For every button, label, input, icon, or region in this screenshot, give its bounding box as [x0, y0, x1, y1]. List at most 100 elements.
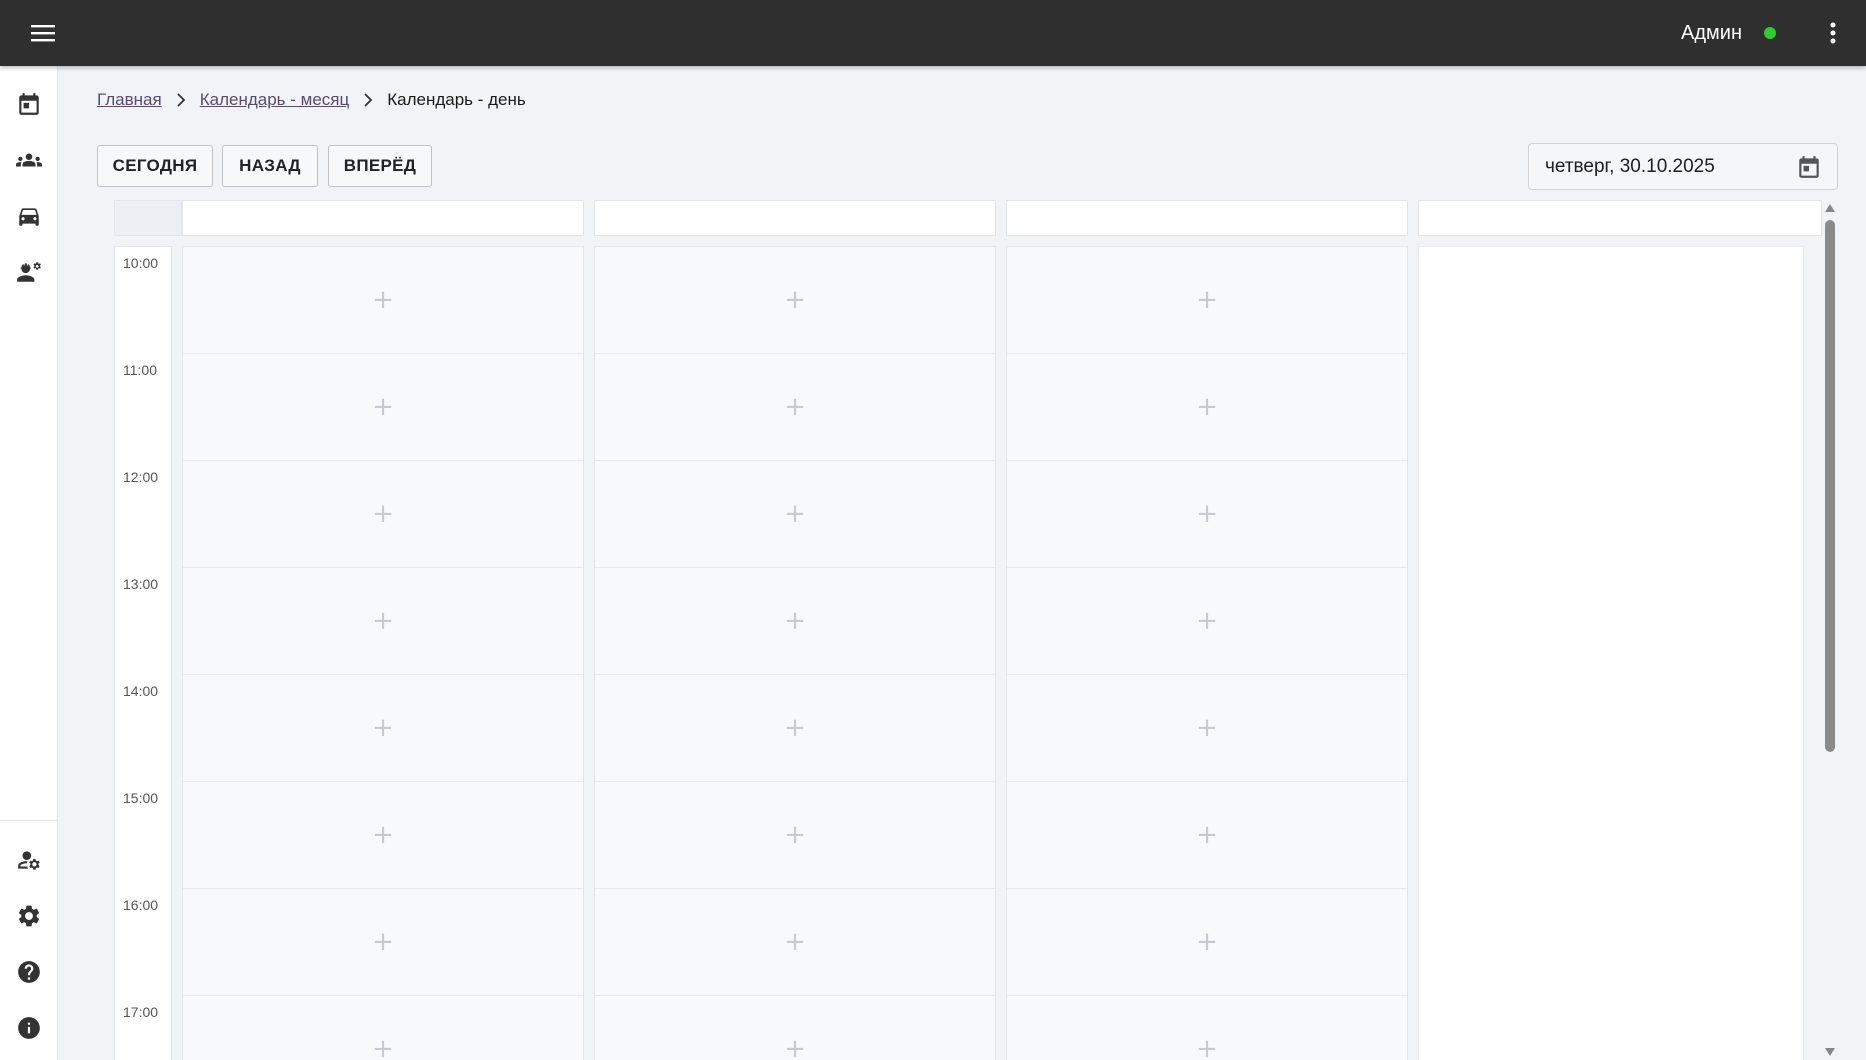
column-header	[1006, 200, 1408, 236]
help-icon	[18, 961, 40, 983]
sidebar-item-staff[interactable]	[0, 248, 58, 296]
plus-icon: +	[1196, 713, 1218, 743]
time-label: 13:00	[123, 576, 159, 592]
plus-icon: +	[784, 606, 806, 636]
plus-icon: +	[1196, 606, 1218, 636]
more-vertical-icon[interactable]	[1818, 13, 1848, 53]
sidebar-divider	[0, 820, 58, 821]
sidebar-item-info[interactable]	[0, 1004, 58, 1052]
plus-icon: +	[372, 820, 394, 850]
plus-icon: +	[784, 285, 806, 315]
chevron-right-icon	[363, 93, 373, 107]
back-button[interactable]: НАЗАД	[222, 145, 318, 187]
plus-icon: +	[372, 499, 394, 529]
sidebar-item-calendar[interactable]	[0, 80, 58, 128]
add-slot[interactable]: +	[1007, 247, 1407, 354]
breadcrumb-current: Календарь - день	[387, 90, 526, 109]
add-slot[interactable]: +	[183, 354, 583, 461]
plus-icon: +	[784, 499, 806, 529]
breadcrumb-home-link[interactable]: Главная	[97, 90, 162, 110]
forward-button[interactable]: ВПЕРЁД	[328, 145, 432, 187]
date-value[interactable]: четверг, 30.10.2025	[1529, 156, 1789, 178]
scrollbar-thumb[interactable]	[1825, 220, 1835, 752]
time-label: 16:00	[123, 897, 159, 913]
plus-icon: +	[372, 1034, 394, 1060]
add-slot[interactable]: +	[183, 889, 583, 996]
plus-icon: +	[372, 606, 394, 636]
add-slot[interactable]: +	[595, 675, 995, 782]
add-slot[interactable]: +	[183, 247, 583, 354]
breadcrumb-month-link[interactable]: Календарь - месяц	[200, 90, 350, 110]
calendar-header-row	[114, 200, 1822, 236]
plus-icon: +	[1196, 285, 1218, 315]
hamburger-menu-icon[interactable]	[26, 17, 60, 49]
add-slot[interactable]: +	[595, 568, 995, 675]
plus-icon: +	[784, 1034, 806, 1060]
plus-icon: +	[784, 713, 806, 743]
plus-icon: +	[1196, 392, 1218, 422]
car-icon	[19, 208, 39, 226]
scroll-down-arrow-icon[interactable]	[1825, 1048, 1835, 1056]
add-slot[interactable]: +	[595, 889, 995, 996]
date-picker-field[interactable]: четверг, 30.10.2025	[1528, 143, 1838, 190]
calendar-icon	[19, 93, 39, 115]
plus-icon: +	[784, 820, 806, 850]
add-slot[interactable]: +	[183, 782, 583, 889]
breadcrumb: Главная Календарь - месяц Календарь - де…	[97, 88, 526, 112]
resource-column-empty	[1418, 246, 1804, 1060]
resource-column: + + + + + + + +	[182, 246, 584, 1060]
add-slot[interactable]: +	[595, 354, 995, 461]
add-slot[interactable]: +	[1007, 568, 1407, 675]
calendar-icon[interactable]	[1789, 147, 1829, 187]
sidebar-item-clients[interactable]	[0, 136, 58, 184]
plus-icon: +	[372, 713, 394, 743]
add-slot[interactable]: +	[595, 782, 995, 889]
time-label: 12:00	[123, 469, 159, 485]
plus-icon: +	[1196, 927, 1218, 957]
chevron-right-icon	[176, 93, 186, 107]
add-slot[interactable]: +	[1007, 889, 1407, 996]
add-slot[interactable]: +	[1007, 782, 1407, 889]
time-label: 14:00	[123, 683, 159, 699]
add-slot[interactable]: +	[1007, 996, 1407, 1060]
add-slot[interactable]: +	[1007, 675, 1407, 782]
resource-column: + + + + + + + +	[594, 246, 996, 1060]
gear-icon	[18, 905, 40, 927]
add-slot[interactable]: +	[1007, 461, 1407, 568]
sidebar-item-cars[interactable]	[0, 192, 58, 240]
time-label: 17:00	[123, 1004, 159, 1020]
calendar-scrollbar[interactable]	[1822, 200, 1838, 1060]
user-name[interactable]: Админ	[1681, 22, 1742, 45]
time-label: 11:00	[123, 362, 157, 378]
add-slot[interactable]: +	[183, 996, 583, 1060]
scroll-up-arrow-icon[interactable]	[1825, 204, 1835, 212]
plus-icon: +	[372, 392, 394, 422]
sidebar-item-settings[interactable]	[0, 892, 58, 940]
sidebar-item-user-settings[interactable]	[0, 836, 58, 884]
calendar-header-corner	[114, 200, 182, 236]
add-slot[interactable]: +	[183, 568, 583, 675]
column-header	[594, 200, 996, 236]
sidebar-item-help[interactable]	[0, 948, 58, 996]
plus-icon: +	[784, 392, 806, 422]
plus-icon: +	[784, 927, 806, 957]
add-slot[interactable]: +	[595, 461, 995, 568]
add-slot[interactable]: +	[1007, 354, 1407, 461]
worker-settings-icon	[17, 262, 41, 282]
time-label: 10:00	[123, 255, 159, 271]
add-slot[interactable]: +	[595, 996, 995, 1060]
online-status-indicator	[1764, 27, 1776, 39]
app-header: Админ	[0, 0, 1866, 66]
plus-icon: +	[1196, 820, 1218, 850]
plus-icon: +	[372, 927, 394, 957]
group-icon	[15, 153, 42, 167]
add-slot[interactable]: +	[595, 247, 995, 354]
today-button[interactable]: СЕГОДНЯ	[97, 145, 213, 187]
add-slot[interactable]: +	[183, 675, 583, 782]
info-icon	[18, 1017, 40, 1039]
time-column: 10:00 11:00 12:00 13:00 14:00 15:00 16:0…	[114, 246, 172, 1060]
column-header	[1418, 200, 1822, 236]
user-settings-icon	[18, 851, 40, 870]
add-slot[interactable]: +	[183, 461, 583, 568]
column-header	[182, 200, 584, 236]
